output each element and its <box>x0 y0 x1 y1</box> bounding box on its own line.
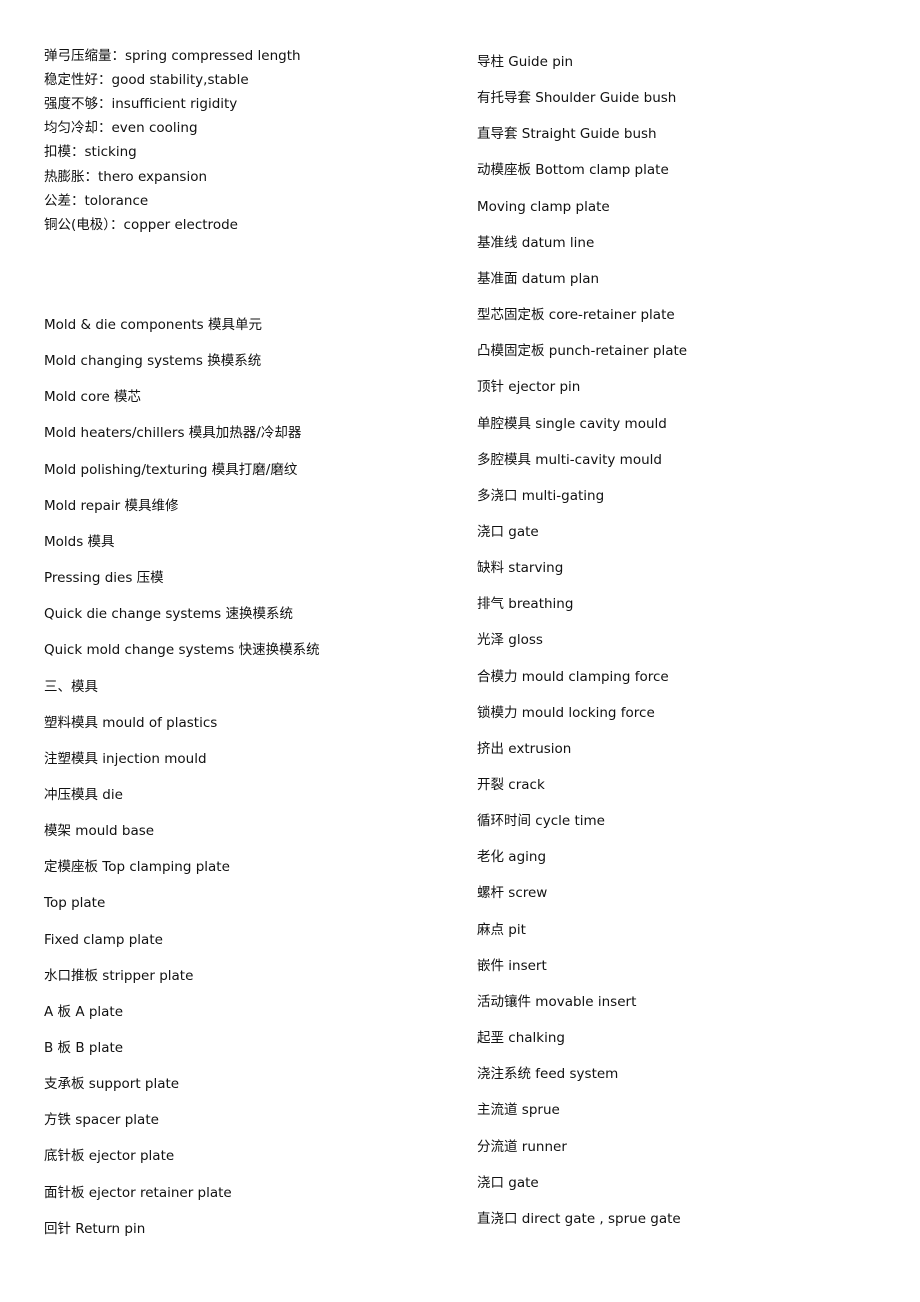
term-entry: Top plate <box>44 895 106 912</box>
term-entry: 定模座板 Top clamping plate <box>44 859 230 876</box>
term-entry: 三、模具 <box>44 678 98 695</box>
term-entry: Quick die change systems 速换模系统 <box>44 606 293 623</box>
term-entry: 强度不够：insufficient rigidity <box>44 96 238 113</box>
term-entry: 浇口 gate <box>477 1174 539 1191</box>
term-entry: 面针板 ejector retainer plate <box>44 1184 232 1201</box>
term-entry: 回针 Return pin <box>44 1220 146 1237</box>
term-entry: 多浇口 multi-gating <box>477 487 605 504</box>
term-entry: 铜公(电极）：copper electrode <box>44 216 238 233</box>
term-entry: 模架 mould base <box>44 823 155 840</box>
term-entry: A 板 A plate <box>44 1003 124 1020</box>
term-entry: Mold & die components 模具单元 <box>44 317 262 333</box>
term-entry: Mold core 模芯 <box>44 389 142 406</box>
term-entry: 分流道 runner <box>477 1138 567 1155</box>
term-entry: 浇注系统 feed system <box>477 1066 619 1083</box>
term-entry: 凸模固定板 punch-retainer plate <box>477 343 688 360</box>
term-entry: Fixed clamp plate <box>44 931 163 948</box>
term-entry: 稳定性好：good stability,stable <box>44 72 249 89</box>
term-entry: 老化 aging <box>477 849 547 866</box>
term-entry: 注塑模具 injection mould <box>44 750 207 767</box>
term-entry: 浇口 gate <box>477 523 539 540</box>
term-entry: 缺料 starving <box>477 560 564 577</box>
term-entry: Pressing dies 压模 <box>44 570 164 587</box>
term-entry: 水口推板 stripper plate <box>44 967 194 984</box>
term-entry: 动模座板 Bottom clamp plate <box>477 162 669 179</box>
term-entry: 合模力 mould clamping force <box>477 668 669 685</box>
term-entry: 支承板 support plate <box>44 1076 180 1093</box>
term-entry: Moving clamp plate <box>477 198 610 215</box>
term-entry: 基准线 datum line <box>477 234 595 251</box>
term-entry: 嵌件 insert <box>477 957 547 974</box>
term-entry: 扣模：sticking <box>44 144 137 161</box>
term-entry: 主流道 sprue <box>477 1102 560 1119</box>
term-entry: Mold heaters/chillers 模具加热器/冷却器 <box>44 425 302 442</box>
term-entry: 循环时间 cycle time <box>477 813 605 830</box>
term-entry: 方铁 spacer plate <box>44 1112 159 1129</box>
term-entry: 锁模力 mould locking force <box>477 704 655 721</box>
term-entry: 弹弓压缩量：spring compressed length <box>44 48 301 64</box>
term-entry: 冲压模具 die <box>44 786 123 803</box>
term-entry: 光泽 gloss <box>477 632 543 649</box>
term-entry: 基准面 datum plan <box>477 270 600 287</box>
term-entry: 螺杆 screw <box>477 885 548 902</box>
term-entry: 活动镶件 movable insert <box>477 993 637 1010</box>
term-entry: Mold repair 模具维修 <box>44 497 179 514</box>
term-entry: 均匀冷却：even cooling <box>44 120 198 137</box>
term-entry: 有托导套 Shoulder Guide bush <box>477 90 677 107</box>
term-entry: 底针板 ejector plate <box>44 1148 175 1165</box>
term-entry: 排气 breathing <box>477 596 574 613</box>
term-entry: 型芯固定板 core-retainer plate <box>477 307 675 324</box>
term-entry: B 板 B plate <box>44 1040 124 1056</box>
term-entry: 塑料模具 mould of plastics <box>44 714 218 731</box>
term-entry: 公差：tolorance <box>44 192 149 209</box>
term-entry: 开裂 crack <box>477 777 545 793</box>
term-entry: Mold changing systems 换模系统 <box>44 353 262 370</box>
term-entry: 起垩 chalking <box>477 1030 565 1047</box>
term-entry: Quick mold change systems 快速换模系统 <box>44 642 320 659</box>
term-entry: Mold polishing/texturing 模具打磨/磨纹 <box>44 461 298 478</box>
term-entry: 直浇口 direct gate , sprue gate <box>477 1210 681 1227</box>
term-entry: Molds 模具 <box>44 533 115 550</box>
term-entry: 麻点 pit <box>477 921 526 938</box>
term-entry: 热膨胀：thero expansion <box>44 168 208 185</box>
term-entry: 挤出 extrusion <box>477 740 572 757</box>
term-entry: 顶针 ejector pin <box>477 379 581 396</box>
term-entry: 单腔模具 single cavity mould <box>477 415 667 432</box>
term-entry: 多腔模具 multi-cavity mould <box>477 451 662 468</box>
term-entry: 导柱 Guide pin <box>477 54 574 70</box>
term-entry: 直导套 Straight Guide bush <box>477 126 657 143</box>
